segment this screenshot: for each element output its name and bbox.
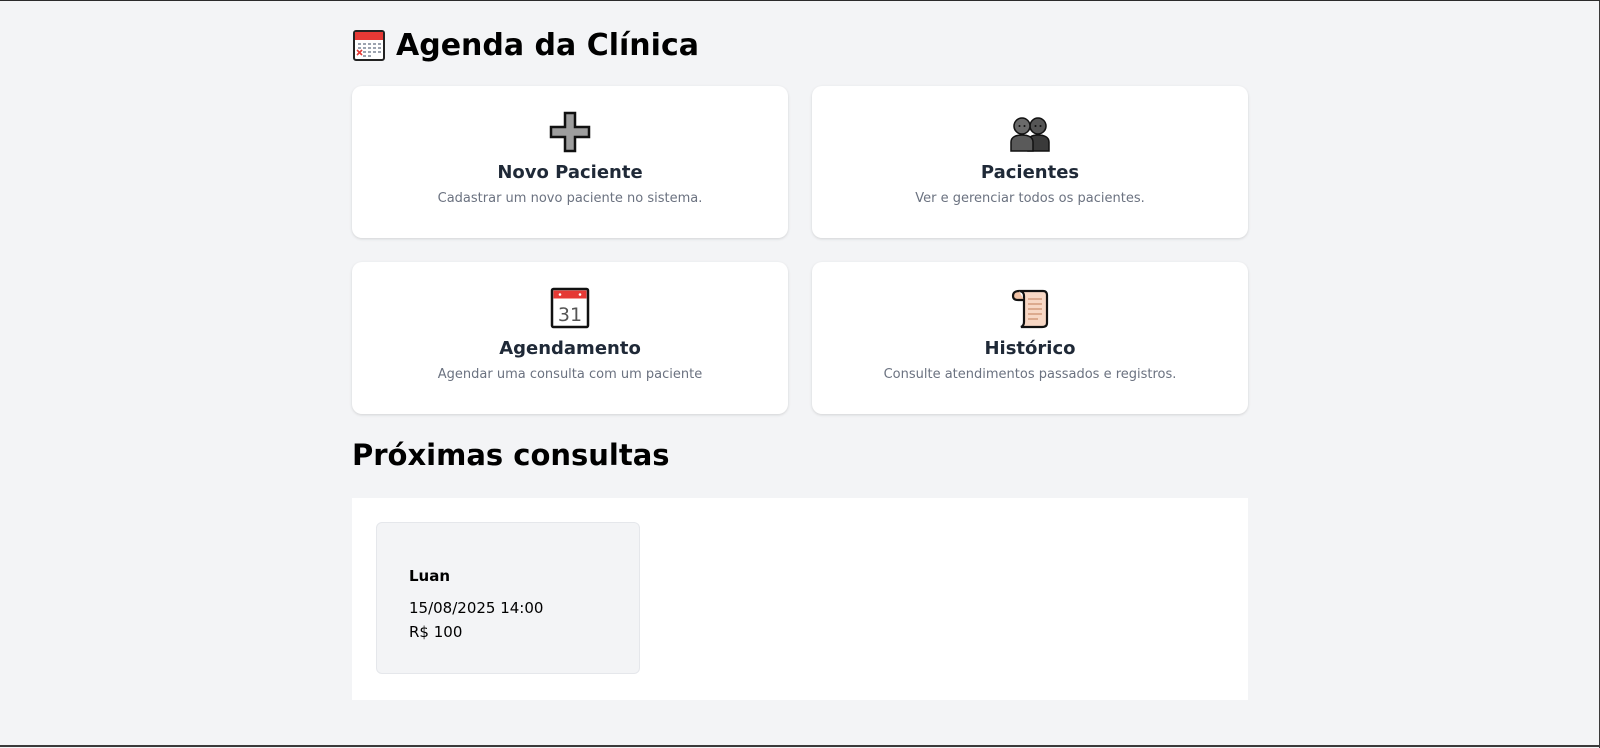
card-description: Agendar uma consulta com um paciente [437, 367, 703, 382]
page-title-text: Agenda da Clínica [396, 27, 699, 63]
card-title: Novo Paciente [497, 162, 643, 183]
card-description: Consulte atendimentos passados e registr… [883, 367, 1177, 382]
calendar-icon [352, 28, 386, 62]
calendar-day-number: 31 [558, 304, 582, 326]
appointment-card[interactable]: Luan 15/08/2025 14:00 R$ 100 [376, 522, 640, 674]
card-new-patient[interactable]: Novo Paciente Cadastrar um novo paciente… [352, 86, 788, 238]
card-title: Histórico [984, 338, 1076, 359]
page-title: Agenda da Clínica [352, 25, 699, 65]
calendar-31-icon: 31 [548, 286, 592, 330]
upcoming-appointments-panel: Luan 15/08/2025 14:00 R$ 100 [352, 498, 1248, 700]
card-title: Pacientes [980, 162, 1080, 183]
action-cards-grid: Novo Paciente Cadastrar um novo paciente… [352, 86, 1248, 414]
card-description: Ver e gerenciar todos os pacientes. [915, 191, 1145, 206]
scroll-icon [1008, 286, 1052, 330]
people-icon [1008, 110, 1052, 154]
card-history[interactable]: Histórico Consulte atendimentos passados… [812, 262, 1248, 414]
card-description: Cadastrar um novo paciente no sistema. [437, 191, 703, 206]
plus-icon [548, 110, 592, 154]
card-patients[interactable]: Pacientes Ver e gerenciar todos os pacie… [812, 86, 1248, 238]
appointment-price: R$ 100 [409, 623, 463, 641]
appointment-patient-name: Luan [409, 567, 451, 585]
card-title: Agendamento [499, 338, 641, 359]
card-scheduling[interactable]: 31 Agendamento Agendar uma consulta com … [352, 262, 788, 414]
appointment-datetime: 15/08/2025 14:00 [409, 599, 544, 617]
upcoming-section-title: Próximas consultas [352, 438, 670, 472]
